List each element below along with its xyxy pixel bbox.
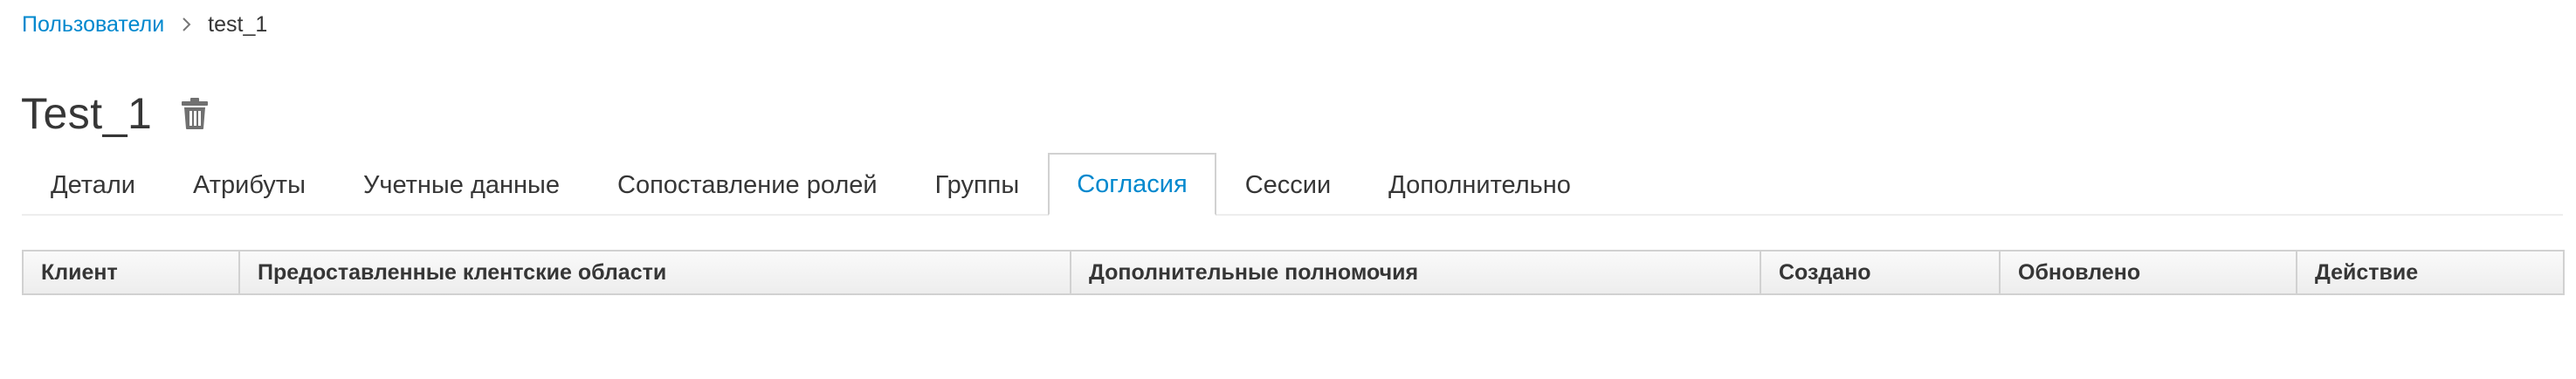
trash-icon[interactable] (180, 96, 210, 131)
column-header-client: Клиент (22, 250, 240, 295)
tab-credentials[interactable]: Учетные данные (334, 153, 589, 216)
column-header-granted-client-scopes: Предоставленные клентские области (238, 250, 1071, 295)
tab-consents[interactable]: Согласия (1048, 153, 1216, 216)
user-consents-page: Пользователи test_1 Test_1 Детали Атрибу… (0, 0, 2576, 379)
user-tabs: Детали Атрибуты Учетные данные Сопоставл… (22, 153, 2563, 216)
consents-table: Клиент Предоставленные клентские области… (22, 250, 2565, 295)
tab-advanced[interactable]: Дополнительно (1360, 153, 1600, 216)
page-header: Test_1 (21, 80, 210, 147)
column-header-created: Создано (1760, 250, 2001, 295)
page-title: Test_1 (21, 89, 153, 138)
chevron-right-icon (182, 17, 192, 32)
breadcrumb-current: test_1 (208, 11, 268, 37)
tab-details[interactable]: Детали (22, 153, 164, 216)
tab-groups[interactable]: Группы (906, 153, 1049, 216)
breadcrumb-users-link[interactable]: Пользователи (22, 12, 164, 38)
column-header-additional-grants: Дополнительные полномочия (1070, 250, 1761, 295)
column-header-updated: Обновлено (1999, 250, 2297, 295)
tab-role-mappings[interactable]: Сопоставление ролей (589, 153, 906, 216)
table-header-row: Клиент Предоставленные клентские области… (22, 250, 2565, 295)
column-header-action: Действие (2296, 250, 2565, 295)
breadcrumb: Пользователи test_1 (22, 7, 267, 42)
tab-sessions[interactable]: Сессии (1216, 153, 1360, 216)
tab-attributes[interactable]: Атрибуты (164, 153, 334, 216)
